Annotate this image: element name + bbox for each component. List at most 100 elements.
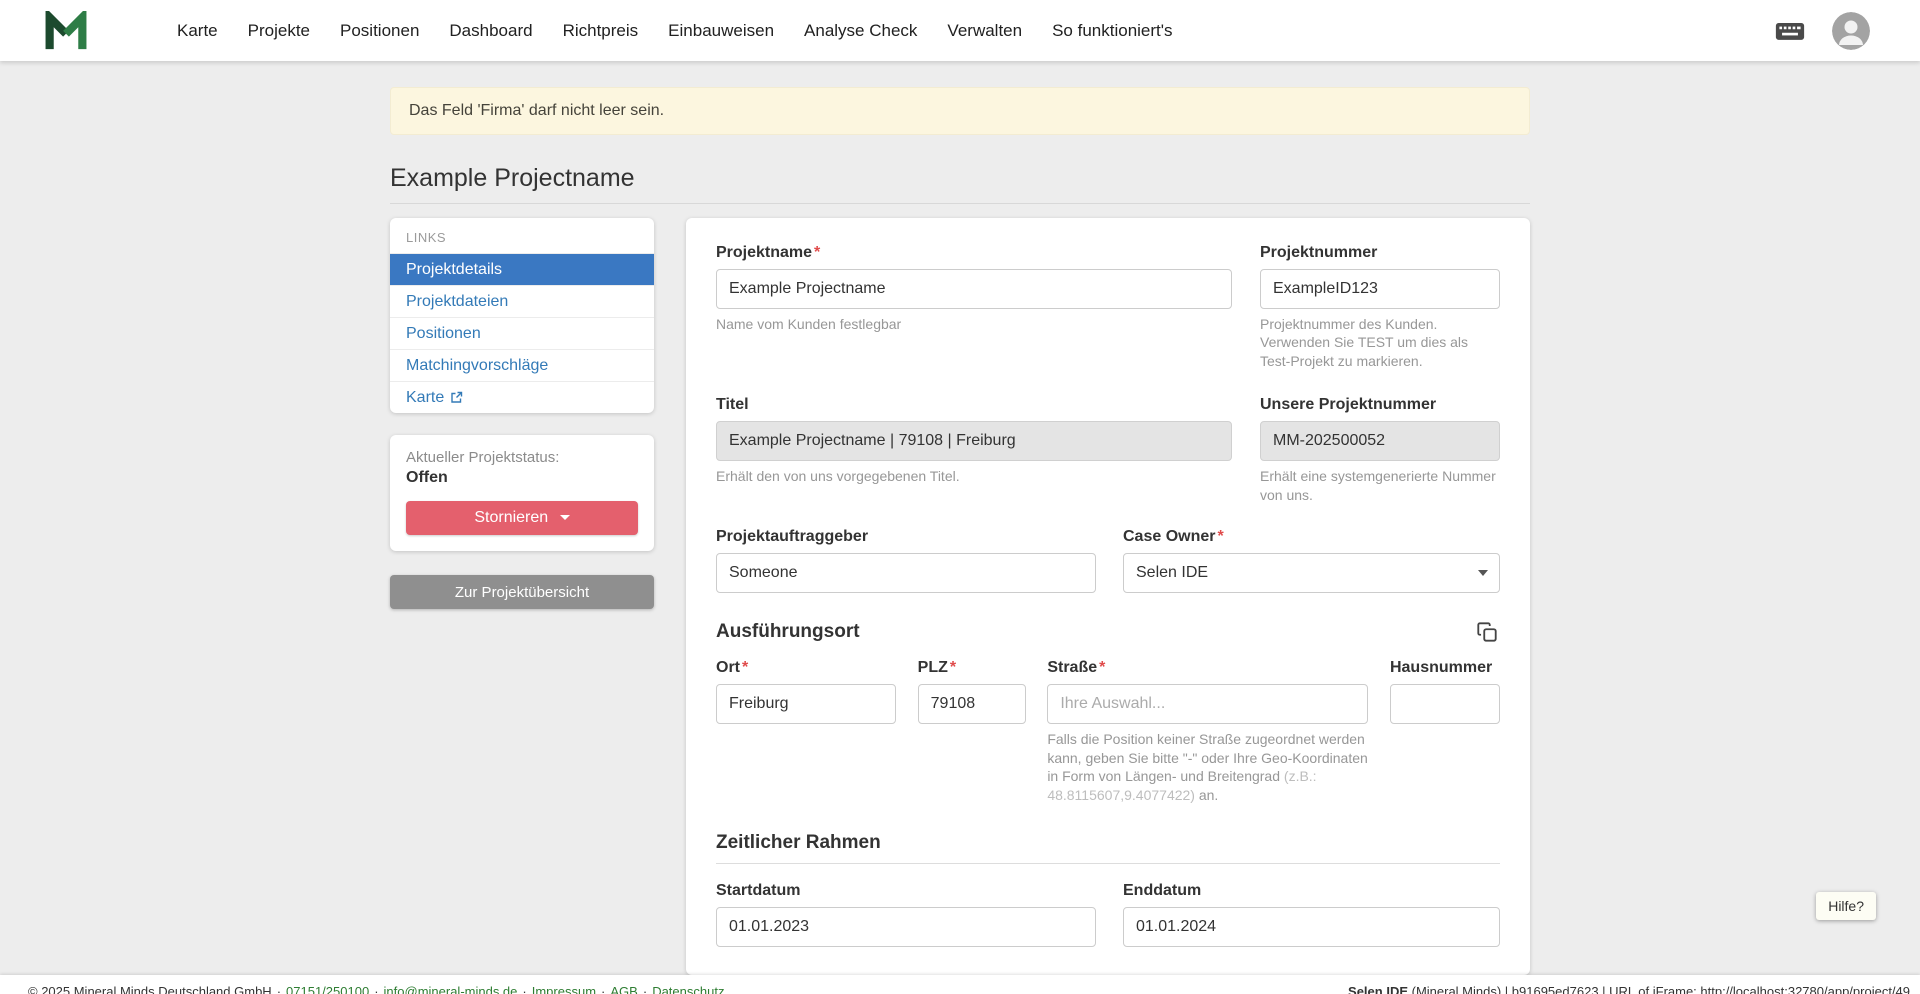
footer-email-link[interactable]: info@mineral-minds.de xyxy=(384,984,518,994)
unsere-projektnummer-label: Unsere Projektnummer xyxy=(1260,396,1500,414)
session-user: Selen IDE xyxy=(1348,984,1408,994)
strasse-helper: Falls die Position keiner Straße zugeord… xyxy=(1047,730,1368,804)
required-marker: * xyxy=(742,659,748,676)
links-header: LINKS xyxy=(390,218,654,253)
app-root: Karte Projekte Positionen Dashboard Rich… xyxy=(0,0,1920,994)
session-info: Selen IDE (Mineral Minds) | b91695ed7623… xyxy=(1348,984,1910,994)
sidebar-item-positionen[interactable]: Positionen xyxy=(390,317,654,349)
keyboard-icon[interactable] xyxy=(1775,20,1805,42)
brand-logo-icon[interactable] xyxy=(44,11,88,51)
startdatum-input[interactable] xyxy=(716,907,1096,947)
project-details-form: Projektname* Name vom Kunden festlegbar … xyxy=(686,218,1530,975)
strasse-label: Straße* xyxy=(1047,659,1368,677)
footer-impressum-link[interactable]: Impressum xyxy=(532,984,596,994)
nav-item-verwalten[interactable]: Verwalten xyxy=(932,0,1037,61)
projektname-input[interactable] xyxy=(716,269,1232,309)
plz-label-text: PLZ xyxy=(918,659,948,676)
projektname-helper: Name vom Kunden festlegbar xyxy=(716,315,1232,333)
projektauftraggeber-label: Projektauftraggeber xyxy=(716,528,1096,546)
caret-down-icon xyxy=(560,515,570,520)
user-avatar[interactable] xyxy=(1832,12,1870,50)
projektname-label: Projektname* xyxy=(716,244,1232,262)
footer-separator: · xyxy=(374,984,378,994)
copy-icon[interactable] xyxy=(1474,619,1500,645)
footer-separator: · xyxy=(601,984,605,994)
stornieren-button[interactable]: Stornieren xyxy=(406,501,638,535)
sidebar-links-card: LINKS Projektdetails Projektdateien Posi… xyxy=(390,218,654,413)
required-marker: * xyxy=(1099,659,1105,676)
projektauftraggeber-input[interactable] xyxy=(716,553,1096,593)
main-content: Das Feld 'Firma' darf nicht leer sein. E… xyxy=(0,61,1920,975)
sidebar: LINKS Projektdetails Projektdateien Posi… xyxy=(390,218,654,609)
session-details: (Mineral Minds) | b91695ed7623 | URL of … xyxy=(1408,984,1910,994)
mineral-minds-logo-icon xyxy=(44,11,88,51)
titel-helper: Erhält den von uns vorgegebenen Titel. xyxy=(716,467,1232,485)
plz-label: PLZ* xyxy=(918,659,1026,677)
projektnummer-input[interactable] xyxy=(1260,269,1500,309)
ort-label: Ort* xyxy=(716,659,896,677)
startdatum-label: Startdatum xyxy=(716,882,1096,900)
required-marker: * xyxy=(1217,528,1223,545)
titel-input xyxy=(716,421,1232,461)
status-label: Aktueller Projektstatus: xyxy=(406,449,644,466)
nav-item-karte[interactable]: Karte xyxy=(162,0,233,61)
select-caret-icon xyxy=(1478,570,1488,576)
case-owner-select[interactable]: Selen IDE xyxy=(1123,553,1500,593)
page-title: Example Projectname xyxy=(390,163,1530,193)
project-overview-button[interactable]: Zur Projektübersicht xyxy=(390,575,654,609)
validation-alert: Das Feld 'Firma' darf nicht leer sein. xyxy=(390,87,1530,135)
projektnummer-helper: Projektnummer des Kunden. Verwenden Sie … xyxy=(1260,315,1500,370)
main-nav: Karte Projekte Positionen Dashboard Rich… xyxy=(162,0,1188,61)
sidebar-item-projektdateien[interactable]: Projektdateien xyxy=(390,285,654,317)
enddatum-input[interactable] xyxy=(1123,907,1500,947)
enddatum-label: Enddatum xyxy=(1123,882,1500,900)
nav-item-projekte[interactable]: Projekte xyxy=(233,0,325,61)
unsere-projektnummer-helper: Erhält eine systemgenerierte Nummer von … xyxy=(1260,467,1500,504)
ort-label-text: Ort xyxy=(716,659,740,676)
strasse-input[interactable] xyxy=(1047,684,1368,724)
case-owner-label: Case Owner* xyxy=(1123,528,1500,546)
section-ausfuehrungsort-title: Ausführungsort xyxy=(716,621,860,643)
section-zeitlicher-rahmen-title: Zeitlicher Rahmen xyxy=(716,832,1500,854)
required-marker: * xyxy=(814,244,820,261)
hausnummer-input[interactable] xyxy=(1390,684,1500,724)
footer-left: © 2025 Mineral Minds Deutschland GmbH · … xyxy=(28,984,724,994)
ort-input[interactable] xyxy=(716,684,896,724)
footer-separator: · xyxy=(522,984,526,994)
projektnummer-label: Projektnummer xyxy=(1260,244,1500,262)
case-owner-selected-value: Selen IDE xyxy=(1136,564,1208,582)
project-status-card: Aktueller Projektstatus: Offen Storniere… xyxy=(390,435,654,551)
footer-phone-link[interactable]: 07151/250100 xyxy=(286,984,369,994)
footer-copyright: © 2025 Mineral Minds Deutschland GmbH xyxy=(28,984,272,994)
stornieren-label: Stornieren xyxy=(474,509,548,526)
strasse-label-text: Straße xyxy=(1047,659,1097,676)
required-marker: * xyxy=(950,659,956,676)
footer-agb-link[interactable]: AGB xyxy=(610,984,637,994)
case-owner-label-text: Case Owner xyxy=(1123,528,1215,545)
sidebar-item-karte-label: Karte xyxy=(406,388,444,407)
alert-message: Das Feld 'Firma' darf nicht leer sein. xyxy=(409,102,664,119)
titel-label: Titel xyxy=(716,396,1232,414)
title-divider xyxy=(390,203,1530,204)
nav-item-richtpreis[interactable]: Richtpreis xyxy=(548,0,654,61)
sidebar-item-matchingvorschlaege[interactable]: Matchingvorschläge xyxy=(390,349,654,381)
plz-input[interactable] xyxy=(918,684,1026,724)
hausnummer-label: Hausnummer xyxy=(1390,659,1500,677)
navbar-right xyxy=(1775,12,1870,50)
nav-item-so-funktionierts[interactable]: So funktioniert's xyxy=(1037,0,1187,61)
strasse-helper-main: Falls die Position keiner Straße zugeord… xyxy=(1047,731,1367,784)
status-value: Offen xyxy=(406,469,644,487)
section-divider xyxy=(716,863,1500,864)
nav-item-einbauweisen[interactable]: Einbauweisen xyxy=(653,0,789,61)
nav-item-analyse-check[interactable]: Analyse Check xyxy=(789,0,932,61)
top-navbar: Karte Projekte Positionen Dashboard Rich… xyxy=(0,0,1920,61)
nav-item-dashboard[interactable]: Dashboard xyxy=(434,0,547,61)
nav-item-positionen[interactable]: Positionen xyxy=(325,0,434,61)
footer: © 2025 Mineral Minds Deutschland GmbH · … xyxy=(0,975,1920,994)
sidebar-item-karte[interactable]: Karte xyxy=(390,381,654,413)
help-button[interactable]: Hilfe? xyxy=(1816,892,1876,920)
footer-datenschutz-link[interactable]: Datenschutz xyxy=(652,984,724,994)
footer-separator: · xyxy=(643,984,647,994)
unsere-projektnummer-input xyxy=(1260,421,1500,461)
sidebar-item-projektdetails[interactable]: Projektdetails xyxy=(390,253,654,285)
